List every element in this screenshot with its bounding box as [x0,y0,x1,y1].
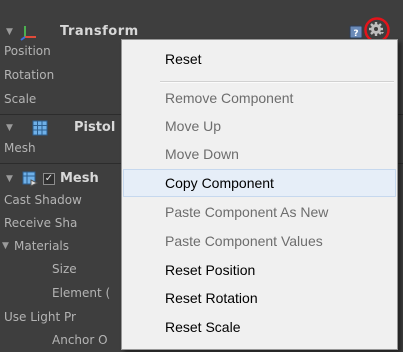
svg-text:?: ? [353,29,358,39]
menu-item-label: Reset [165,51,202,67]
menu-item-paste-component-values[interactable]: Paste Component Values [123,227,396,255]
mesh-renderer-enabled-checkbox[interactable]: ✓ [43,173,55,185]
menu-item-reset-position[interactable]: Reset Position [123,256,396,284]
menu-item-label: Reset Rotation [165,290,258,306]
menu-item-label: Move Up [165,118,222,134]
rotation-label: Rotation [4,68,55,82]
receive-shadows-label: Receive Sha [4,216,78,230]
position-label: Position [4,44,51,58]
menu-item-reset-rotation[interactable]: Reset Rotation [123,284,396,312]
menu-item-reset-scale[interactable]: Reset Scale [123,313,396,341]
menu-item-move-down[interactable]: Move Down [123,140,396,168]
cast-shadows-label: Cast Shadow [4,193,82,207]
scale-label: Scale [4,92,37,106]
size-label: Size [52,262,77,276]
materials-label: Materials [14,239,70,253]
mesh-renderer-icon [22,171,38,187]
element-label: Element ( [52,286,111,300]
component-context-menu: Reset Remove Component Move Up Move Down… [121,39,398,350]
menu-item-paste-component-as-new[interactable]: Paste Component As New [123,198,396,226]
menu-separator [160,81,394,83]
menu-item-label: Move Down [165,146,239,162]
mesh-label: Mesh [4,141,36,155]
menu-item-label: Reset Scale [165,319,241,335]
triangle-down-icon[interactable]: ▼ [2,234,9,258]
menu-item-label: Copy Component [165,175,274,191]
anchor-label: Anchor O [52,333,108,347]
grid-icon [32,120,48,136]
use-light-probes-label: Use Light Pr [4,310,76,324]
menu-item-reset[interactable]: Reset [123,45,396,73]
menu-item-label: Remove Component [165,90,294,106]
menu-item-move-up[interactable]: Move Up [123,112,396,140]
help-book-icon[interactable]: ? [349,25,363,39]
menu-item-remove-component[interactable]: Remove Component [123,84,396,112]
menu-item-label: Paste Component Values [165,233,323,249]
menu-item-label: Reset Position [165,262,256,278]
menu-item-label: Paste Component As New [165,204,329,220]
menu-item-copy-component[interactable]: Copy Component [123,169,396,197]
